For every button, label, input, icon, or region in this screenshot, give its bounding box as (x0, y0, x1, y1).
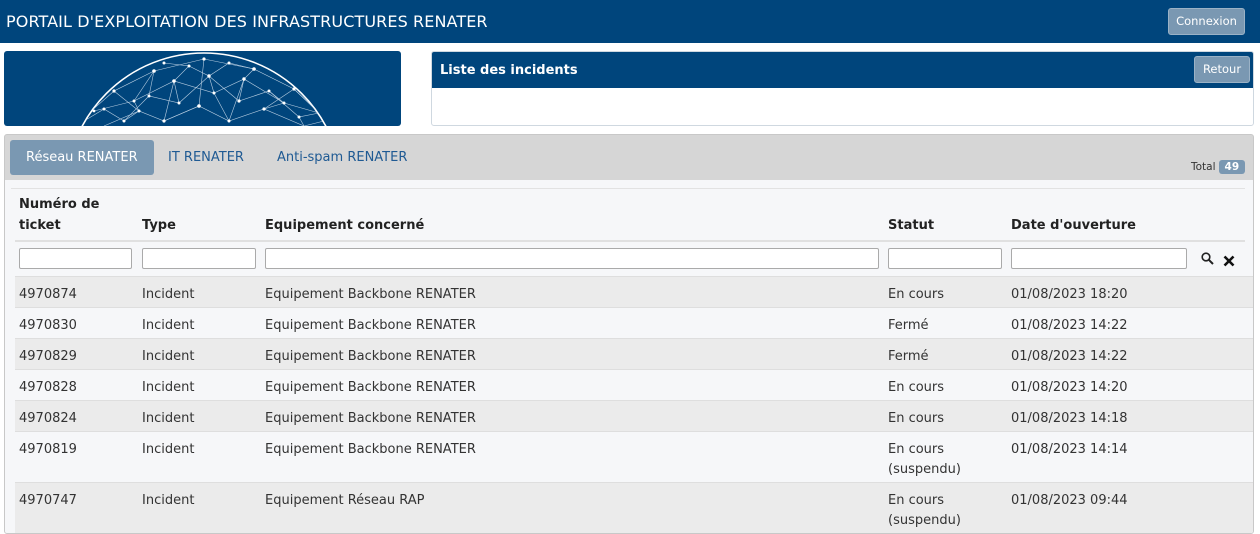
cell-opened: 01/08/2023 14:14 (1011, 442, 1128, 457)
divider (11, 188, 1245, 189)
filter-opened-input[interactable] (1011, 248, 1187, 269)
table-row[interactable]: 4970824 Incident Equipement Backbone REN… (15, 400, 1253, 431)
header-divider (15, 240, 1245, 242)
cell-equipment: Equipement Backbone RENATER (265, 380, 476, 395)
cell-status-line1: En cours (888, 493, 945, 508)
table-container: Numéro de ticket Type Equipement concern… (5, 180, 1253, 533)
cell-ticket: 4970828 (19, 380, 77, 395)
search-icon[interactable] (1201, 250, 1214, 269)
cell-status-line1: En cours (888, 442, 945, 457)
cell-status: En cours (888, 411, 945, 426)
filter-equipment-input[interactable] (265, 248, 879, 269)
total-label: Total (1191, 161, 1216, 173)
cell-status-line2: (suspendu) (888, 513, 961, 528)
cell-status: En cours (888, 380, 945, 395)
column-header-equipment[interactable]: Equipement concerné (265, 215, 424, 236)
table-row[interactable]: 4970828 Incident Equipement Backbone REN… (15, 369, 1253, 400)
table-row[interactable]: 4970819 Incident Equipement Backbone REN… (15, 431, 1253, 482)
cell-ticket: 4970874 (19, 287, 77, 302)
cell-ticket: 4970830 (19, 318, 77, 333)
table-row[interactable]: 4970829 Incident Equipement Backbone REN… (15, 338, 1253, 369)
tab-it-renater[interactable]: IT RENATER (152, 140, 260, 175)
cell-status: En cours (suspendu) (888, 440, 961, 480)
cell-opened: 01/08/2023 18:20 (1011, 287, 1128, 302)
cell-status-line2: (suspendu) (888, 462, 961, 477)
cell-opened: 01/08/2023 14:18 (1011, 411, 1128, 426)
table-row[interactable]: 4970747 Incident Equipement Réseau RAP E… (15, 482, 1253, 533)
incident-table-section: Réseau RENATER IT RENATER Anti-spam RENA… (4, 134, 1254, 534)
top-bar: PORTAIL D'EXPLOITATION DES INFRASTRUCTUR… (0, 0, 1260, 43)
column-header-opened[interactable]: Date d'ouverture (1011, 215, 1136, 236)
cell-type: Incident (142, 442, 195, 457)
total-count: Total 49 (1191, 160, 1246, 174)
cell-ticket: 4970747 (19, 493, 77, 508)
table-row[interactable]: 4970874 Incident Equipement Backbone REN… (15, 276, 1253, 307)
cell-equipment: Equipement Backbone RENATER (265, 349, 476, 364)
network-globe-image (73, 52, 335, 126)
column-header-ticket-line2: ticket (19, 218, 61, 233)
back-button[interactable]: Retour (1194, 56, 1250, 83)
panel-title: Liste des incidents (440, 63, 578, 78)
portal-title: PORTAIL D'EXPLOITATION DES INFRASTRUCTUR… (6, 12, 488, 31)
cell-type: Incident (142, 287, 195, 302)
cell-status: Fermé (888, 349, 929, 364)
column-header-ticket[interactable]: Numéro de ticket (19, 194, 100, 236)
cell-type: Incident (142, 493, 195, 508)
cell-equipment: Equipement Backbone RENATER (265, 287, 476, 302)
cell-equipment: Equipement Backbone RENATER (265, 318, 476, 333)
cell-opened: 01/08/2023 14:22 (1011, 318, 1128, 333)
column-header-type[interactable]: Type (142, 215, 176, 236)
panel-header: Liste des incidents Retour (432, 52, 1253, 88)
cell-type: Incident (142, 318, 195, 333)
column-header-ticket-line1: Numéro de (19, 197, 100, 212)
tab-reseau-renater[interactable]: Réseau RENATER (10, 140, 154, 175)
cell-equipment: Equipement Backbone RENATER (265, 442, 476, 457)
cell-opened: 01/08/2023 14:22 (1011, 349, 1128, 364)
cell-type: Incident (142, 411, 195, 426)
cell-status: Fermé (888, 318, 929, 333)
cell-type: Incident (142, 380, 195, 395)
total-badge: 49 (1218, 160, 1246, 174)
cell-status: En cours (suspendu) (888, 491, 961, 531)
cell-ticket: 4970829 (19, 349, 77, 364)
filter-status-input[interactable] (888, 248, 1002, 269)
cell-equipment: Equipement Backbone RENATER (265, 411, 476, 426)
column-header-status[interactable]: Statut (888, 215, 934, 236)
close-icon[interactable] (1223, 252, 1235, 271)
incident-list-panel: Liste des incidents Retour (431, 51, 1254, 126)
cell-equipment: Equipement Réseau RAP (265, 493, 425, 508)
cell-type: Incident (142, 349, 195, 364)
table-row[interactable]: 4970830 Incident Equipement Backbone REN… (15, 307, 1253, 338)
filter-type-input[interactable] (142, 248, 256, 269)
network-globe-banner (4, 51, 401, 126)
cell-opened: 01/08/2023 09:44 (1011, 493, 1128, 508)
filter-ticket-input[interactable] (19, 248, 132, 269)
tab-anti-spam-renater[interactable]: Anti-spam RENATER (261, 140, 423, 175)
cell-ticket: 4970824 (19, 411, 77, 426)
cell-status: En cours (888, 287, 945, 302)
cell-ticket: 4970819 (19, 442, 77, 457)
cell-opened: 01/08/2023 14:20 (1011, 380, 1128, 395)
login-button[interactable]: Connexion (1168, 8, 1245, 35)
